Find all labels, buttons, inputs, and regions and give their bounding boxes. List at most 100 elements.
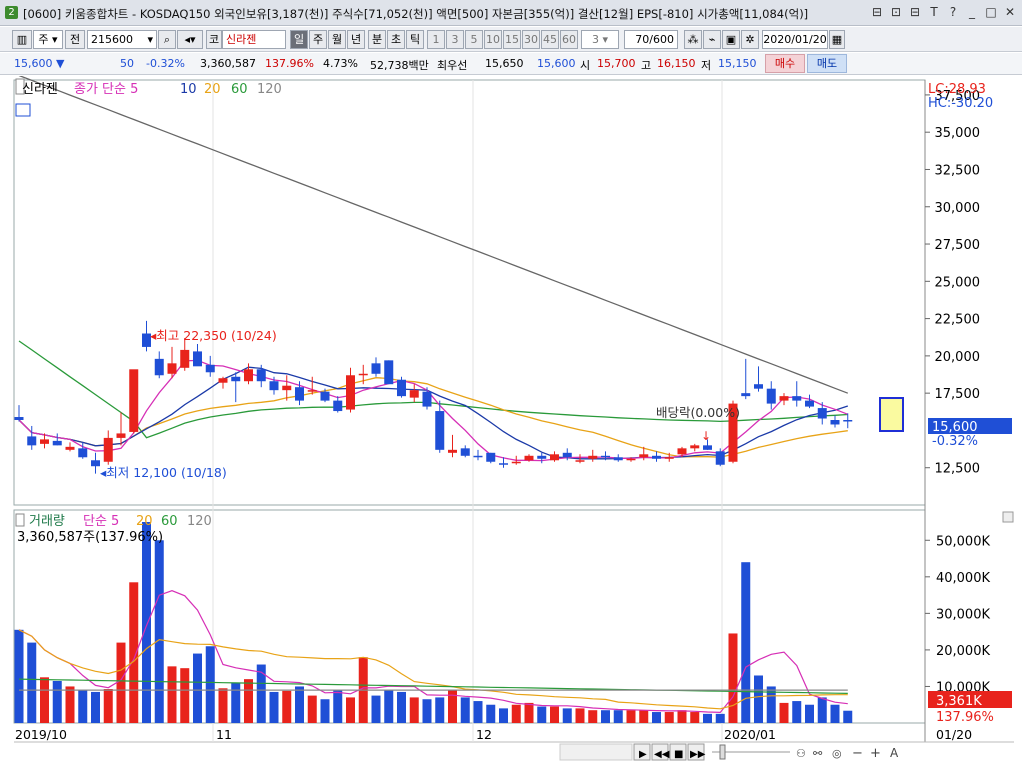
chart-area[interactable]: 37,500 35,000 32,500 30,000 27,500 25,000 22,5…	[0, 74, 1022, 768]
volume-bar	[728, 633, 738, 723]
candle-body	[180, 349, 190, 368]
interval-3[interactable]: 3	[446, 30, 464, 49]
maximize-button[interactable]: □	[983, 4, 999, 20]
chart-settings-icon[interactable]: ▥	[12, 30, 32, 49]
volume-bar	[562, 708, 572, 723]
sound-icon[interactable]: ◂▾	[177, 30, 203, 49]
font-a-icon[interactable]: A	[890, 746, 899, 760]
candle-body	[409, 390, 419, 398]
candle-body	[307, 390, 317, 392]
tab-tick[interactable]: 틱	[406, 30, 424, 49]
ring-icon[interactable]: ◎	[832, 747, 842, 760]
quote-open: 15,700	[597, 57, 636, 70]
volume-panel-close-icon[interactable]	[1002, 511, 1014, 523]
chart-table-icon[interactable]	[15, 103, 31, 117]
candle-body	[754, 384, 763, 389]
candle-body	[664, 457, 674, 459]
volume-bar	[664, 712, 674, 723]
tab-minute[interactable]: 분	[368, 30, 386, 49]
volume-bar	[180, 668, 190, 723]
compare-icon[interactable]: ⁂	[684, 30, 702, 49]
calendar-icon[interactable]: ▦	[829, 30, 845, 49]
title-bar: 2 [0600] 키움종합차트 - KOSDAQ150 외국인보유[3,187(…	[0, 0, 1022, 26]
candle-body	[78, 448, 88, 458]
compare-small-icon[interactable]: ⚇	[796, 747, 806, 760]
volume-legend-ma: 단순 5	[83, 514, 119, 529]
x-label-dec: 12	[476, 727, 492, 742]
interval-1[interactable]: 1	[427, 30, 445, 49]
scroll-bar[interactable]: ▶ ◀◀ ■ ▶▶ ⚇ ⚯ ◎ − + A	[559, 743, 899, 761]
chart-type-icon[interactable]: ⌁	[703, 30, 721, 49]
toolbar: ▥ 주 ▾ 전 215600 ▾ ⌕ ◂▾ 코 신라젠 일 주 월 년 분 초 틱…	[0, 27, 1022, 52]
quote-price: 15,600 ▼	[14, 57, 65, 70]
volume-legend-name: 거래량	[29, 514, 65, 529]
text-icon[interactable]: T	[926, 4, 942, 20]
candle-body	[346, 375, 355, 410]
copy-icon[interactable]: ⊡	[888, 4, 904, 20]
date-field[interactable]: 2020/01/20	[762, 30, 828, 49]
window-icon[interactable]: ⊟	[907, 4, 923, 20]
tab-year[interactable]: 년	[347, 30, 365, 49]
sell-button[interactable]: 매도	[807, 54, 847, 73]
period-unit-select[interactable]: 주 ▾	[33, 30, 63, 49]
code-input[interactable]: 215600 ▾	[87, 30, 157, 49]
volume-tag: 3,361K	[936, 694, 982, 709]
volume-bar	[27, 642, 37, 723]
volume-bar	[142, 522, 151, 723]
stock-name-field[interactable]: 신라젠	[222, 30, 286, 49]
volume-bar	[537, 706, 547, 723]
prev-button[interactable]: 전	[65, 30, 85, 49]
x-label-oct: 2019/10	[15, 727, 67, 742]
save-icon[interactable]: ▣	[722, 30, 740, 49]
volume-bar	[116, 642, 126, 723]
candle-body	[244, 369, 253, 382]
price-tick-label: 30,000	[935, 201, 981, 216]
link-icon[interactable]: ⊟	[869, 4, 885, 20]
zoom-slider-thumb[interactable]	[719, 744, 726, 760]
candle-body	[282, 385, 292, 391]
interval-30[interactable]: 30	[522, 30, 540, 49]
search-icon[interactable]: ⌕	[158, 30, 176, 49]
tab-day[interactable]: 일	[290, 30, 308, 49]
buy-button[interactable]: 매수	[765, 54, 805, 73]
volume-bar	[295, 686, 304, 723]
interval-10[interactable]: 10	[484, 30, 502, 49]
volume-bar	[830, 704, 840, 723]
price-tick-label: 32,500	[935, 163, 981, 178]
volume-bar	[843, 710, 853, 723]
volume-bar	[703, 713, 712, 723]
volume-bar	[499, 708, 508, 723]
close-button[interactable]: ✕	[1002, 4, 1018, 20]
count-field[interactable]: 70/600	[624, 30, 678, 49]
interval-select[interactable]: 3 ▾	[581, 30, 619, 49]
candle-body	[805, 400, 814, 407]
minus-icon[interactable]: −	[852, 746, 863, 761]
candle-body	[524, 455, 534, 461]
tab-second[interactable]: 초	[387, 30, 405, 49]
minimize-button[interactable]: _	[964, 4, 980, 20]
window-title: [0600] 키움종합차트 - KOSDAQ150 외국인보유[3,187(천)…	[23, 7, 809, 21]
gear-icon[interactable]: ✲	[741, 30, 759, 49]
volume-bar	[524, 702, 534, 723]
volume-bar	[550, 706, 559, 723]
candle-body	[652, 455, 661, 459]
candle-body	[511, 461, 521, 464]
tab-week[interactable]: 주	[309, 30, 327, 49]
interval-15[interactable]: 15	[503, 30, 521, 49]
dividend-arrow-icon: ↓	[701, 429, 711, 443]
volume-bar	[244, 679, 253, 723]
price-tick-label: 20,000	[935, 350, 981, 365]
interval-60[interactable]: 60	[560, 30, 578, 49]
price-tag: 15,600	[932, 420, 978, 435]
candle-body	[562, 452, 572, 458]
interval-45[interactable]: 45	[541, 30, 559, 49]
plus-icon[interactable]: +	[870, 746, 881, 761]
candle-body	[448, 449, 457, 453]
tab-month[interactable]: 월	[328, 30, 346, 49]
interval-5[interactable]: 5	[465, 30, 483, 49]
candle-body	[116, 433, 126, 438]
window-number-badge: 2	[5, 6, 18, 19]
link-small-icon[interactable]: ⚯	[813, 747, 823, 760]
chart-svg[interactable]: 37,50035,00032,50030,00027,50025,00022,5…	[0, 74, 1022, 768]
help-icon[interactable]: ?	[945, 4, 961, 20]
